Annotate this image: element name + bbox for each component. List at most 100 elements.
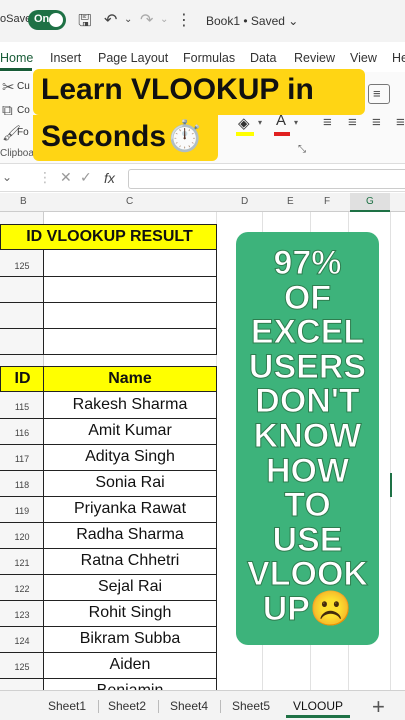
add-sheet-button[interactable]: + <box>372 694 385 720</box>
data-name-cell[interactable]: Sonia Rai <box>44 474 216 492</box>
wrap-text-button[interactable]: ≡ <box>368 84 390 104</box>
copy-label[interactable]: Co <box>17 105 30 116</box>
autosave-toggle[interactable]: On <box>28 10 66 30</box>
cell-border <box>43 392 44 690</box>
name-column-header[interactable]: Name <box>44 370 216 388</box>
sheet-tab-sheet4[interactable]: Sheet4 <box>170 699 208 713</box>
id-column-header[interactable]: ID <box>1 370 44 388</box>
tab-help[interactable]: He <box>392 51 405 65</box>
title-banner: Learn VLOOKUP in Seconds⏱️ <box>33 69 365 161</box>
data-name-cell[interactable]: Bikram Subba <box>44 630 216 648</box>
cell-border <box>0 328 217 329</box>
overlay-line: VLOOK <box>247 555 369 594</box>
selected-cell-indicator <box>390 473 392 497</box>
redo-dropdown-icon[interactable]: ⌄ <box>160 14 168 25</box>
sheet-tab-vlooup[interactable]: VLOOUP <box>293 699 343 713</box>
column-header-e[interactable]: E <box>287 196 294 207</box>
data-id-cell[interactable]: 125 <box>0 662 44 672</box>
redo-icon[interactable]: ↷ <box>140 10 153 30</box>
overlay-line: EXCEL <box>250 313 365 352</box>
confirm-formula-icon[interactable]: ✓ <box>80 169 92 186</box>
cell-border <box>0 418 217 419</box>
sheet-tab-sheet2[interactable]: Sheet2 <box>108 699 146 713</box>
column-header-f[interactable]: F <box>324 196 330 207</box>
tab-insert[interactable]: Insert <box>50 51 81 65</box>
data-name-cell[interactable]: Ratna Chhetri <box>44 552 216 570</box>
cell-border <box>0 678 217 679</box>
more-commands-icon[interactable]: ⋮ <box>176 10 192 30</box>
overlay-message-box: 97% OF EXCEL USERS DON'T KNOW HOW TO USE VLOOK UP☹… <box>236 232 379 645</box>
cut-icon[interactable]: ✂ <box>2 78 15 96</box>
data-id-cell[interactable]: 115 <box>0 402 44 412</box>
data-name-cell[interactable]: Rakesh Sharma <box>44 396 216 414</box>
cancel-formula-icon[interactable]: ✕ <box>60 169 72 186</box>
column-header-b[interactable]: B <box>20 196 27 207</box>
title-bar: oSave On 🖫 ↶ ⌄ ↷ ⌄ ⋮ Book1 • Saved ⌄ <box>0 0 405 42</box>
data-id-cell[interactable]: 117 <box>0 454 44 464</box>
data-id-cell[interactable]: 119 <box>0 506 44 516</box>
justify-icon[interactable]: ≡ <box>396 114 405 131</box>
formula-bar: ⌄ ⋮ ✕ ✓ fx <box>0 166 405 192</box>
data-name-cell[interactable]: Sejal Rai <box>44 578 216 596</box>
undo-dropdown-icon[interactable]: ⌄ <box>124 14 132 25</box>
data-name-cell[interactable]: Radha Sharma <box>44 526 216 544</box>
document-title[interactable]: Book1 • Saved ⌄ <box>206 14 298 28</box>
format-painter-label[interactable]: Fo <box>17 127 29 138</box>
lookup-id-cell[interactable]: 125 <box>0 261 44 271</box>
cell-border <box>0 354 217 355</box>
column-header-g: G <box>366 196 374 207</box>
tab-data[interactable]: Data <box>250 51 276 65</box>
data-id-cell[interactable]: 120 <box>0 532 44 542</box>
gridline <box>390 212 391 690</box>
cut-label[interactable]: Cu <box>17 81 30 92</box>
data-id-cell[interactable]: 122 <box>0 584 44 594</box>
data-name-cell[interactable]: Benjamin <box>44 682 216 690</box>
sheet-tab-sheet5[interactable]: Sheet5 <box>232 699 270 713</box>
overlay-line: OF <box>283 278 332 317</box>
data-name-cell[interactable]: Aiden <box>44 656 216 674</box>
tab-view[interactable]: View <box>350 51 377 65</box>
align-right-icon[interactable]: ≡ <box>372 114 381 131</box>
formula-options-icon[interactable]: ⋮ <box>38 169 52 186</box>
tab-review[interactable]: Review <box>294 51 335 65</box>
data-header-row: ID Name <box>0 366 217 392</box>
overlay-line: USE <box>272 520 343 559</box>
data-id-cell[interactable]: 118 <box>0 480 44 490</box>
cell-border <box>0 470 217 471</box>
copy-icon[interactable]: ⧉ <box>2 102 13 119</box>
data-name-cell[interactable]: Aditya Singh <box>44 448 216 466</box>
cell-border <box>0 626 217 627</box>
column-header-g-selected[interactable]: G <box>350 193 390 212</box>
overlay-line: TO <box>284 486 332 525</box>
data-id-cell[interactable]: 121 <box>0 558 44 568</box>
data-name-cell[interactable]: Rohit Singh <box>44 604 216 622</box>
cell-border <box>0 574 217 575</box>
column-header-d[interactable]: D <box>241 196 248 207</box>
autosave-label: oSave <box>0 13 32 25</box>
data-id-cell[interactable]: 123 <box>0 610 44 620</box>
banner-line-2: Seconds⏱️ <box>33 115 218 161</box>
tab-formulas[interactable]: Formulas <box>183 51 235 65</box>
column-header-c[interactable]: C <box>126 196 133 207</box>
cell-border <box>0 496 217 497</box>
sheet-tab-sheet1[interactable]: Sheet1 <box>48 699 86 713</box>
tab-separator <box>158 700 159 713</box>
lookup-header-cell[interactable]: ID VLOOKUP RESULT <box>0 224 217 250</box>
undo-icon[interactable]: ↶ <box>104 10 117 30</box>
cell-border <box>0 522 217 523</box>
data-id-cell[interactable]: 116 <box>0 428 44 438</box>
cell-border <box>0 444 217 445</box>
tab-home[interactable]: Home <box>0 51 33 65</box>
tab-page-layout[interactable]: Page Layout <box>98 51 168 65</box>
banner-line-1: Learn VLOOKUP in <box>33 69 365 115</box>
save-icon[interactable]: 🖫 <box>78 10 92 37</box>
name-box-dropdown-icon[interactable]: ⌄ <box>2 170 12 184</box>
data-id-cell[interactable]: 124 <box>0 636 44 646</box>
insert-function-icon[interactable]: fx <box>104 170 115 186</box>
active-tab-indicator <box>0 68 32 71</box>
lookup-header-text: ID VLOOKUP RESULT <box>26 228 193 245</box>
formula-input[interactable] <box>128 169 405 189</box>
data-name-cell[interactable]: Amit Kumar <box>44 422 216 440</box>
tab-separator <box>220 700 221 713</box>
data-name-cell[interactable]: Priyanka Rawat <box>44 500 216 518</box>
